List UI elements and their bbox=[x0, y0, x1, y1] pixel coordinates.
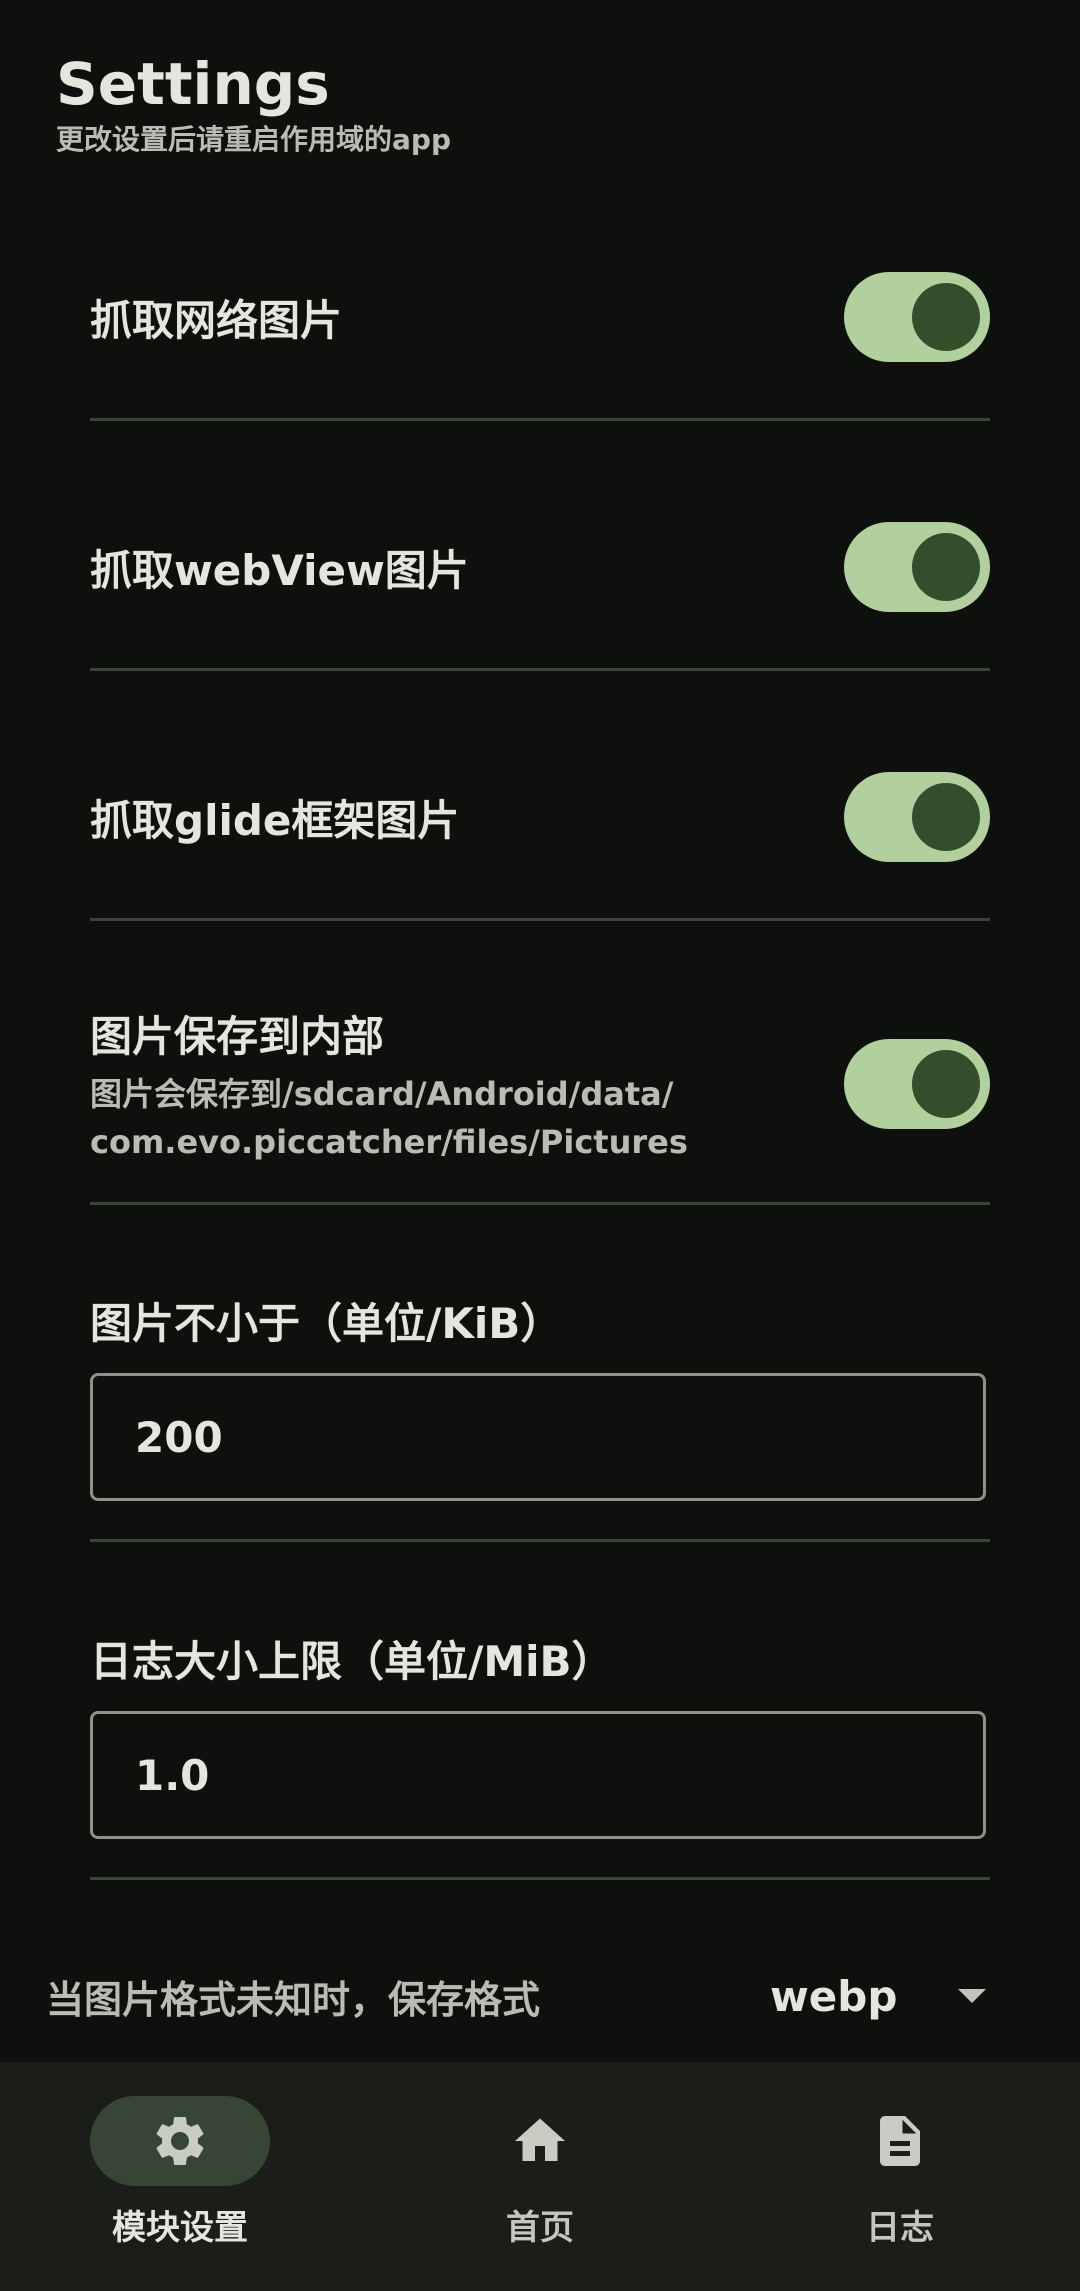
nav-icon-container bbox=[450, 2096, 630, 2186]
min-size-input[interactable] bbox=[90, 1373, 986, 1501]
setting-label: 抓取webView图片 bbox=[90, 545, 469, 595]
divider bbox=[90, 668, 990, 671]
home-icon bbox=[510, 2111, 570, 2171]
page-header: Settings 更改设置后请重启作用域的app bbox=[56, 50, 451, 158]
chevron-down-icon bbox=[958, 1989, 986, 2003]
divider bbox=[90, 918, 990, 921]
bottom-navigation: 模块设置 首页 日志 bbox=[0, 2062, 1080, 2291]
log-limit-input[interactable] bbox=[90, 1711, 986, 1839]
capture-glide-switch[interactable] bbox=[844, 772, 990, 862]
nav-label: 模块设置 bbox=[112, 2208, 248, 2248]
unknown-format-label: 当图片格式未知时，保存格式 bbox=[46, 1977, 541, 2022]
setting-row-capture-glide[interactable]: 抓取glide框架图片 bbox=[90, 772, 990, 862]
nav-item-home[interactable]: 首页 bbox=[360, 2062, 720, 2291]
setting-label: 抓取glide框架图片 bbox=[90, 795, 460, 845]
switch-thumb bbox=[912, 783, 980, 851]
switch-thumb bbox=[912, 283, 980, 351]
setting-label: 抓取网络图片 bbox=[90, 295, 343, 345]
nav-item-log[interactable]: 日志 bbox=[720, 2062, 1080, 2291]
divider bbox=[90, 1877, 990, 1880]
setting-label: 图片保存到内部 bbox=[90, 1011, 385, 1061]
divider bbox=[90, 1539, 990, 1542]
gear-icon bbox=[150, 2111, 210, 2171]
divider bbox=[90, 1202, 990, 1205]
page-subtitle: 更改设置后请重启作用域的app bbox=[56, 123, 451, 156]
setting-row-capture-webview[interactable]: 抓取webView图片 bbox=[90, 522, 990, 612]
divider bbox=[90, 418, 990, 421]
document-icon bbox=[870, 2111, 930, 2171]
nav-label: 日志 bbox=[866, 2208, 934, 2248]
log-limit-label: 日志大小上限（单位/MiB） bbox=[90, 1637, 614, 1686]
unknown-format-row: 当图片格式未知时，保存格式 webp bbox=[46, 1960, 996, 2032]
capture-network-switch[interactable] bbox=[844, 272, 990, 362]
setting-row-capture-network[interactable]: 抓取网络图片 bbox=[90, 272, 990, 362]
setting-text: 图片保存到内部 图片会保存到/sdcard/Android/data/ com.… bbox=[90, 1003, 688, 1166]
setting-row-save-internal[interactable]: 图片保存到内部 图片会保存到/sdcard/Android/data/ com.… bbox=[90, 1004, 990, 1164]
page-title: Settings bbox=[56, 50, 330, 118]
format-dropdown-value: webp bbox=[770, 1971, 898, 2021]
nav-icon-container bbox=[810, 2096, 990, 2186]
setting-description: 图片会保存到/sdcard/Android/data/ com.evo.picc… bbox=[90, 1074, 688, 1161]
save-internal-switch[interactable] bbox=[844, 1039, 990, 1129]
min-size-label: 图片不小于（单位/KiB） bbox=[90, 1299, 563, 1348]
capture-webview-switch[interactable] bbox=[844, 522, 990, 612]
nav-label: 首页 bbox=[506, 2208, 574, 2248]
nav-item-module-settings[interactable]: 模块设置 bbox=[0, 2062, 360, 2291]
nav-active-indicator bbox=[90, 2096, 270, 2186]
switch-thumb bbox=[912, 1050, 980, 1118]
switch-thumb bbox=[912, 533, 980, 601]
format-dropdown[interactable]: webp bbox=[770, 1972, 996, 2021]
